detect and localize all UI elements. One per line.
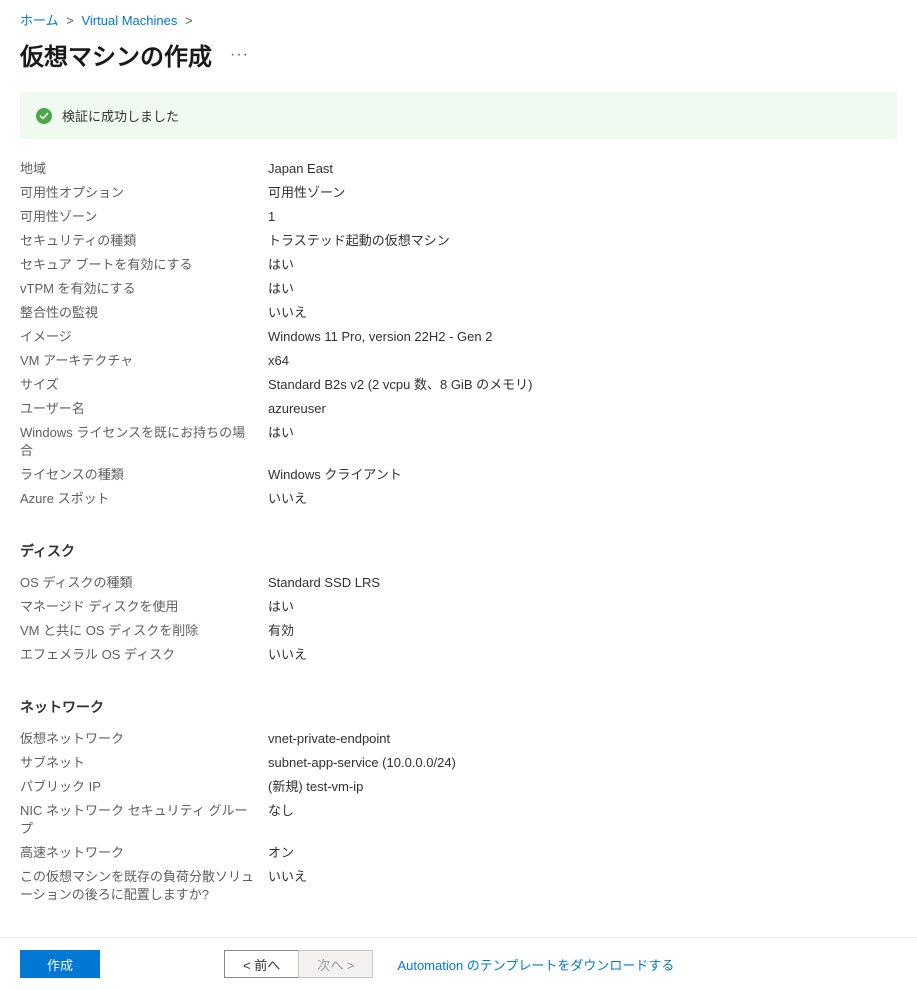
field-row: VM と共に OS ディスクを削除有効 bbox=[20, 619, 897, 643]
field-value: vnet-private-endpoint bbox=[268, 730, 390, 748]
field-row: マネージド ディスクを使用はい bbox=[20, 595, 897, 619]
field-label: VM アーキテクチャ bbox=[20, 352, 268, 370]
field-label: マネージド ディスクを使用 bbox=[20, 598, 268, 616]
field-label: 可用性オプション bbox=[20, 184, 268, 202]
field-row: ライセンスの種類Windows クライアント bbox=[20, 463, 897, 487]
previous-button[interactable]: < 前へ bbox=[224, 950, 298, 978]
field-row: パブリック IP(新規) test-vm-ip bbox=[20, 775, 897, 799]
validation-success-banner: 検証に成功しました bbox=[20, 92, 897, 139]
field-label: サイズ bbox=[20, 376, 268, 394]
field-row: 可用性オプション可用性ゾーン bbox=[20, 181, 897, 205]
field-value: いいえ bbox=[268, 646, 307, 664]
field-value: x64 bbox=[268, 352, 289, 370]
field-value: いいえ bbox=[268, 490, 307, 508]
field-label: サブネット bbox=[20, 754, 268, 772]
field-label: 地域 bbox=[20, 160, 268, 178]
create-button[interactable]: 作成 bbox=[20, 950, 100, 978]
field-label: イメージ bbox=[20, 328, 268, 346]
field-value: 可用性ゾーン bbox=[268, 184, 345, 202]
section-basic: 地域Japan East可用性オプション可用性ゾーン可用性ゾーン1セキュリティの… bbox=[0, 157, 917, 511]
field-row: 高速ネットワークオン bbox=[20, 841, 897, 865]
field-row: 地域Japan East bbox=[20, 157, 897, 181]
field-label: セキュリティの種類 bbox=[20, 232, 268, 250]
field-label: セキュア ブートを有効にする bbox=[20, 256, 268, 274]
field-value: Standard SSD LRS bbox=[268, 574, 380, 592]
field-row: セキュア ブートを有効にするはい bbox=[20, 253, 897, 277]
field-value: Japan East bbox=[268, 160, 333, 178]
field-value: オン bbox=[268, 844, 294, 862]
field-label: vTPM を有効にする bbox=[20, 280, 268, 298]
breadcrumb-home-link[interactable]: ホーム bbox=[20, 13, 59, 28]
field-row: vTPM を有効にするはい bbox=[20, 277, 897, 301]
field-value: いいえ bbox=[268, 304, 307, 322]
field-value: なし bbox=[268, 802, 294, 820]
field-label: 仮想ネットワーク bbox=[20, 730, 268, 748]
breadcrumb-vms-link[interactable]: Virtual Machines bbox=[81, 13, 177, 28]
field-label: OS ディスクの種類 bbox=[20, 574, 268, 592]
field-label: 高速ネットワーク bbox=[20, 844, 268, 862]
title-row: 仮想マシンの作成 ··· bbox=[0, 33, 917, 92]
section-title-disk: ディスク bbox=[20, 541, 897, 561]
field-row: サブネットsubnet-app-service (10.0.0.0/24) bbox=[20, 751, 897, 775]
field-row: ユーザー名azureuser bbox=[20, 397, 897, 421]
success-check-icon bbox=[36, 108, 52, 124]
footer-bar: 作成 < 前へ 次へ > Automation のテンプレートをダウンロードする bbox=[0, 937, 917, 990]
field-label: Azure スポット bbox=[20, 490, 268, 508]
field-value: azureuser bbox=[268, 400, 326, 418]
field-value: いいえ bbox=[268, 868, 307, 886]
field-label: この仮想マシンを既存の負荷分散ソリューションの後ろに配置しますか? bbox=[20, 868, 268, 904]
more-actions-button[interactable]: ··· bbox=[230, 46, 249, 64]
field-row: この仮想マシンを既存の負荷分散ソリューションの後ろに配置しますか?いいえ bbox=[20, 865, 897, 907]
banner-text: 検証に成功しました bbox=[62, 106, 179, 125]
breadcrumb: ホーム > Virtual Machines > bbox=[0, 0, 917, 33]
section-disk: ディスク OS ディスクの種類Standard SSD LRSマネージド ディス… bbox=[0, 541, 917, 667]
field-row: 仮想ネットワークvnet-private-endpoint bbox=[20, 727, 897, 751]
field-value: Standard B2s v2 (2 vcpu 数、8 GiB のメモリ) bbox=[268, 376, 532, 394]
field-label: Windows ライセンスを既にお持ちの場合 bbox=[20, 424, 268, 460]
chevron-right-icon: > bbox=[66, 13, 74, 28]
field-value: 有効 bbox=[268, 622, 294, 640]
field-label: ユーザー名 bbox=[20, 400, 268, 418]
field-value: Windows クライアント bbox=[268, 466, 402, 484]
field-value: トラステッド起動の仮想マシン bbox=[268, 232, 450, 250]
page-title: 仮想マシンの作成 bbox=[20, 37, 212, 72]
section-title-network: ネットワーク bbox=[20, 697, 897, 717]
nav-button-group: < 前へ 次へ > bbox=[224, 950, 373, 978]
field-value: はい bbox=[268, 598, 294, 616]
field-label: ライセンスの種類 bbox=[20, 466, 268, 484]
field-row: 整合性の監視いいえ bbox=[20, 301, 897, 325]
field-value: はい bbox=[268, 280, 294, 298]
field-row: イメージWindows 11 Pro, version 22H2 - Gen 2 bbox=[20, 325, 897, 349]
field-label: エフェメラル OS ディスク bbox=[20, 646, 268, 664]
field-value: 1 bbox=[268, 208, 275, 226]
field-label: VM と共に OS ディスクを削除 bbox=[20, 622, 268, 640]
field-row: Azure スポットいいえ bbox=[20, 487, 897, 511]
field-row: NIC ネットワーク セキュリティ グループなし bbox=[20, 799, 897, 841]
next-button: 次へ > bbox=[298, 950, 373, 978]
field-row: サイズStandard B2s v2 (2 vcpu 数、8 GiB のメモリ) bbox=[20, 373, 897, 397]
field-value: Windows 11 Pro, version 22H2 - Gen 2 bbox=[268, 328, 492, 346]
field-value: (新規) test-vm-ip bbox=[268, 778, 363, 796]
download-template-link[interactable]: Automation のテンプレートをダウンロードする bbox=[397, 955, 674, 974]
field-label: 整合性の監視 bbox=[20, 304, 268, 322]
field-row: VM アーキテクチャx64 bbox=[20, 349, 897, 373]
field-row: セキュリティの種類トラステッド起動の仮想マシン bbox=[20, 229, 897, 253]
field-label: NIC ネットワーク セキュリティ グループ bbox=[20, 802, 268, 838]
field-value: はい bbox=[268, 424, 294, 442]
field-value: はい bbox=[268, 256, 294, 274]
field-row: Windows ライセンスを既にお持ちの場合はい bbox=[20, 421, 897, 463]
field-row: 可用性ゾーン1 bbox=[20, 205, 897, 229]
field-value: subnet-app-service (10.0.0.0/24) bbox=[268, 754, 456, 772]
field-row: エフェメラル OS ディスクいいえ bbox=[20, 643, 897, 667]
field-label: 可用性ゾーン bbox=[20, 208, 268, 226]
field-label: パブリック IP bbox=[20, 778, 268, 796]
chevron-right-icon: > bbox=[185, 13, 193, 28]
field-row: OS ディスクの種類Standard SSD LRS bbox=[20, 571, 897, 595]
section-network: ネットワーク 仮想ネットワークvnet-private-endpointサブネッ… bbox=[0, 697, 917, 907]
